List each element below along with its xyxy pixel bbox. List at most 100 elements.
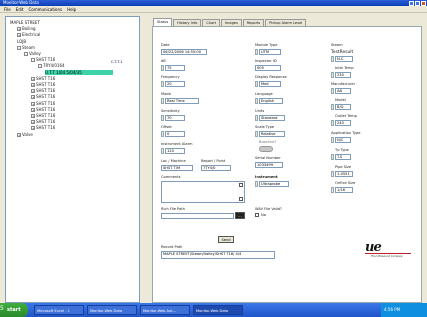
test-result-field[interactable]: N.C. — [335, 56, 353, 62]
menu-edit[interactable]: Edit — [16, 7, 24, 12]
tab-chart[interactable]: Chart — [202, 19, 220, 26]
expand-icon[interactable]: + — [31, 83, 35, 87]
close-button[interactable] — [421, 0, 426, 6]
menu-communications[interactable]: Communications — [28, 7, 62, 12]
start-button[interactable]: start — [0, 303, 28, 317]
orifice-size-field[interactable]: 1/16 — [335, 187, 353, 193]
scale-type-stepper[interactable] — [255, 131, 258, 137]
units-field[interactable]: Standard — [259, 115, 285, 121]
scale-type-field[interactable]: Relative — [259, 131, 285, 137]
sensitivity-stepper[interactable] — [161, 115, 164, 121]
expand-icon[interactable]: + — [31, 120, 35, 125]
tree-node[interactable]: - SHST T16 — [31, 57, 55, 63]
expand-icon[interactable]: + — [31, 126, 35, 131]
expand-icon[interactable]: + — [31, 114, 35, 118]
display-response-stepper[interactable] — [255, 81, 258, 87]
mode-field[interactable]: Real Time — [165, 98, 199, 104]
expand-icon[interactable]: + — [17, 132, 21, 137]
tree-node[interactable]: +SHST T16 — [31, 119, 55, 125]
tab-images[interactable]: Images — [220, 19, 242, 26]
asset-tree[interactable]: MAPLE STREET +Boiling +Electrical LOJB - Stea… — [5, 16, 140, 303]
collapse-icon[interactable]: - — [17, 45, 21, 50]
report-point-field[interactable]: 7TY4/0 — [201, 165, 231, 171]
inlet-temp-field[interactable]: 230 — [335, 72, 351, 78]
tree-node[interactable]: +SHST T16 — [31, 101, 55, 106]
application-type-field[interactable]: N/C — [335, 137, 351, 143]
expand-icon[interactable]: + — [31, 76, 35, 81]
instrument-alarm-stepper[interactable] — [161, 148, 164, 154]
model-field[interactable]: B/Q — [335, 104, 351, 110]
taskbar-item-4[interactable]: Monitor-Web Data — [193, 305, 243, 315]
orifice-size-stepper[interactable] — [331, 187, 334, 193]
instrument-field[interactable]: Ultraprobe — [259, 181, 289, 187]
collapse-icon[interactable]: - — [31, 58, 35, 63]
offset-stepper[interactable] — [161, 131, 164, 137]
expand-icon[interactable]: + — [31, 89, 35, 94]
db-stepper[interactable] — [161, 65, 164, 71]
language-field[interactable]: English — [259, 98, 283, 104]
comments-scroll-up[interactable] — [239, 183, 243, 187]
tree-node[interactable]: +Valve — [17, 132, 33, 137]
collapse-icon[interactable]: - — [38, 64, 42, 69]
tab-status[interactable]: Status — [153, 18, 173, 26]
tab-reports[interactable]: Reports — [242, 19, 265, 26]
baseline-toggle[interactable] — [259, 146, 273, 152]
frequency-field[interactable]: 20 — [165, 81, 185, 87]
loc-machine-field[interactable]: SHST T/M — [161, 165, 193, 171]
outlet-temp-field[interactable]: 240 — [335, 120, 351, 126]
tree-node[interactable]: -7RY4/0164 — [38, 63, 65, 69]
tree-node[interactable]: LOJB — [17, 39, 26, 44]
module-type-stepper[interactable] — [255, 49, 258, 55]
outlet-temp-stepper[interactable] — [331, 120, 334, 126]
mode-stepper[interactable] — [161, 98, 164, 104]
module-type-field[interactable]: UTM — [259, 49, 281, 55]
record-path-field[interactable]: MAPLE STREET/Steam/Valley/SHST T16/ 4/4 — [161, 251, 275, 259]
collapse-icon[interactable]: - — [24, 52, 28, 56]
expand-icon[interactable]: + — [17, 33, 21, 38]
tree-node[interactable]: +SHST T16 — [31, 113, 55, 118]
tree-node[interactable]: +SHST T16 — [31, 94, 55, 100]
language-stepper[interactable] — [255, 98, 258, 104]
trap-type-field[interactable]: T.S — [335, 154, 351, 160]
send-button[interactable]: Send — [218, 236, 234, 243]
tree-node[interactable]: - Valley — [24, 51, 41, 56]
test-result-stepper[interactable] — [331, 56, 334, 62]
maximize-button[interactable] — [415, 0, 420, 6]
tree-node[interactable]: +Boiling — [17, 26, 36, 32]
expand-icon[interactable]: + — [31, 95, 35, 100]
expand-icon[interactable]: + — [31, 101, 35, 106]
tree-node[interactable]: - Steam — [17, 45, 35, 50]
tree-node[interactable]: +SHST T16 — [31, 76, 55, 81]
expand-icon[interactable]: + — [17, 27, 21, 32]
menu-help[interactable]: Help — [67, 7, 76, 12]
inlet-temp-stepper[interactable] — [331, 72, 334, 78]
expand-icon[interactable]: + — [31, 107, 35, 112]
tab-pickup-alarm-level[interactable]: Pickup Alarm Level — [265, 19, 307, 26]
browse-button[interactable]: ... — [235, 212, 245, 219]
taskbar-item-3[interactable]: Monitor-Web Aut... — [140, 305, 190, 315]
tree-node[interactable]: +SHST T16 — [31, 107, 55, 112]
offset-field[interactable]: 0 — [165, 131, 185, 137]
manufacturer-field[interactable]: AB — [335, 88, 351, 94]
minimize-button[interactable] — [409, 0, 414, 6]
rich-file-path-field[interactable] — [161, 213, 234, 219]
pipe-size-stepper[interactable] — [331, 171, 334, 177]
serial-number-field[interactable]: 1033499 — [255, 162, 283, 168]
date-field[interactable]: 06/22/2006 14:55:00 — [161, 49, 207, 55]
tree-node[interactable]: +Electrical — [17, 32, 40, 38]
display-response-field[interactable]: Med — [259, 81, 281, 87]
inspector-id-field[interactable]: 005 — [255, 65, 281, 71]
trap-type-stepper[interactable] — [331, 154, 334, 160]
tree-node[interactable]: +SHST T16 — [31, 82, 55, 87]
tab-history-info[interactable]: History Info — [173, 19, 202, 26]
tree-node[interactable]: MAPLE STREET — [10, 20, 40, 25]
comments-textarea[interactable] — [161, 181, 245, 203]
frequency-stepper[interactable] — [161, 81, 164, 87]
comments-scroll-down[interactable] — [239, 197, 243, 201]
sensitivity-field[interactable]: 70 — [165, 115, 185, 121]
pipe-size-field[interactable]: 1-0551 — [335, 171, 353, 177]
taskbar-item-1[interactable]: Microsoft Excel - 1 — [34, 305, 84, 315]
tree-node[interactable]: +SHST T16 — [31, 125, 55, 131]
menu-file[interactable]: File — [4, 7, 11, 12]
instrument-alarm-field[interactable]: 120 — [165, 148, 185, 154]
